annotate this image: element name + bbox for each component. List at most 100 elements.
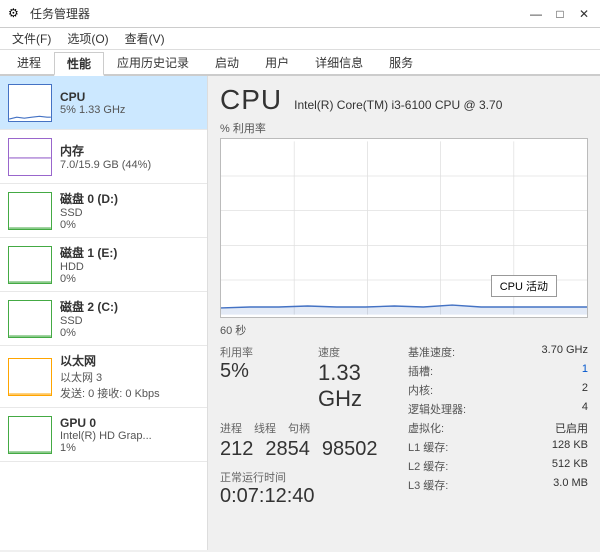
app-icon: ⚙ xyxy=(8,6,24,22)
utilization-value: 5% xyxy=(220,360,249,383)
utilization-label: 利用率 xyxy=(220,344,302,360)
stats-right: 基准速度: 3.70 GHz 插槽: 1 内核: 2 逻辑处理器: 4 虚拟化: xyxy=(408,344,588,508)
gpu-thumbnail xyxy=(8,416,52,454)
chart-time-label: 60 秒 xyxy=(220,322,588,338)
uptime-label: 正常运行时间 xyxy=(220,469,400,485)
app-title: 任务管理器 xyxy=(30,5,90,22)
disk1-sidebar-info: 磁盘 1 (E:) HDD 0% xyxy=(60,244,199,285)
tab-performance[interactable]: 性能 xyxy=(54,52,104,76)
memory-sidebar-name: 内存 xyxy=(60,142,199,159)
logical-value: 4 xyxy=(582,401,588,417)
menu-view[interactable]: 查看(V) xyxy=(117,29,173,48)
disk2-sidebar-info: 磁盘 2 (C:) SSD 0% xyxy=(60,298,199,339)
menu-bar: 文件(F) 选项(O) 查看(V) xyxy=(0,28,600,50)
l3-value: 3.0 MB xyxy=(553,477,588,493)
tab-history[interactable]: 应用历史记录 xyxy=(104,50,202,74)
l3-row: L3 缓存: 3.0 MB xyxy=(408,477,588,493)
cpu-sidebar-info: CPU 5% 1.33 GHz xyxy=(60,90,199,116)
tab-services[interactable]: 服务 xyxy=(376,50,426,74)
util-speed-row: 利用率 5% 速度 1.33 GHz xyxy=(220,344,400,412)
cores-label: 内核: xyxy=(408,382,433,398)
socket-label: 插槽: xyxy=(408,363,433,379)
gpu-sidebar-name: GPU 0 xyxy=(60,416,199,430)
l1-row: L1 缓存: 128 KB xyxy=(408,439,588,455)
disk2-sidebar-name: 磁盘 2 (C:) xyxy=(60,298,199,315)
cores-row: 内核: 2 xyxy=(408,382,588,398)
cpu-thumbnail xyxy=(8,84,52,122)
base-speed-value: 3.70 GHz xyxy=(542,344,588,360)
l1-value: 128 KB xyxy=(552,439,588,455)
disk0-thumbnail xyxy=(8,192,52,230)
cores-value: 2 xyxy=(582,382,588,398)
minimize-button[interactable]: — xyxy=(528,6,544,22)
panel-subtitle: Intel(R) Core(TM) i3-6100 CPU @ 3.70 xyxy=(294,88,502,112)
virtual-label: 虚拟化: xyxy=(408,420,444,436)
process-label: 进程 xyxy=(220,420,242,436)
disk0-sidebar-name: 磁盘 0 (D:) xyxy=(60,190,199,207)
disk1-sidebar-desc1: HDD xyxy=(60,261,199,273)
sidebar-item-gpu[interactable]: GPU 0 Intel(R) HD Grap... 1% xyxy=(0,408,207,462)
main-content: CPU 5% 1.33 GHz 内存 7.0/15.9 GB (44%) xyxy=(0,76,600,550)
utilization-group: 利用率 5% xyxy=(220,344,302,412)
close-button[interactable]: ✕ xyxy=(576,6,592,22)
tab-details[interactable]: 详细信息 xyxy=(302,50,376,74)
sidebar-item-cpu[interactable]: CPU 5% 1.33 GHz xyxy=(0,76,207,130)
disk1-sidebar-name: 磁盘 1 (E:) xyxy=(60,244,199,261)
sidebar-item-disk2[interactable]: 磁盘 2 (C:) SSD 0% xyxy=(0,292,207,346)
memory-thumbnail xyxy=(8,138,52,176)
tab-users[interactable]: 用户 xyxy=(252,50,302,74)
ethernet-sidebar-desc2: 发送: 0 接收: 0 Kbps xyxy=(60,385,199,401)
disk1-thumbnail xyxy=(8,246,52,284)
speed-group: 速度 1.33 GHz xyxy=(318,344,400,412)
disk2-sidebar-desc2: 0% xyxy=(60,327,199,339)
thread-value: 2854 xyxy=(265,438,310,461)
title-bar: ⚙ 任务管理器 — □ ✕ xyxy=(0,0,600,28)
disk0-sidebar-desc1: SSD xyxy=(60,207,199,219)
l2-row: L2 缓存: 512 KB xyxy=(408,458,588,474)
gpu-sidebar-desc2: 1% xyxy=(60,442,199,454)
tab-startup[interactable]: 启动 xyxy=(202,50,252,74)
cpu-sidebar-desc: 5% 1.33 GHz xyxy=(60,104,199,116)
chart-tooltip: CPU 活动 xyxy=(491,275,557,297)
sidebar-item-ethernet[interactable]: 以太网 以太网 3 发送: 0 接收: 0 Kbps xyxy=(0,346,207,408)
speed-label: 速度 xyxy=(318,344,400,360)
socket-row: 插槽: 1 xyxy=(408,363,588,379)
chart-label: % 利用率 xyxy=(220,120,588,136)
socket-value: 1 xyxy=(582,363,588,379)
sidebar-item-disk0[interactable]: 磁盘 0 (D:) SSD 0% xyxy=(0,184,207,238)
sidebar-item-disk1[interactable]: 磁盘 1 (E:) HDD 0% xyxy=(0,238,207,292)
disk2-thumbnail xyxy=(8,300,52,338)
tab-processes[interactable]: 进程 xyxy=(4,50,54,74)
gpu-sidebar-desc1: Intel(R) HD Grap... xyxy=(60,430,199,442)
sidebar-item-memory[interactable]: 内存 7.0/15.9 GB (44%) xyxy=(0,130,207,184)
disk0-sidebar-desc2: 0% xyxy=(60,219,199,231)
handle-label: 句柄 xyxy=(288,420,310,436)
memory-sidebar-info: 内存 7.0/15.9 GB (44%) xyxy=(60,142,199,171)
ethernet-sidebar-info: 以太网 以太网 3 发送: 0 接收: 0 Kbps xyxy=(60,352,199,401)
ethernet-thumbnail xyxy=(8,358,52,396)
logical-row: 逻辑处理器: 4 xyxy=(408,401,588,417)
speed-value: 1.33 GHz xyxy=(318,360,400,412)
ethernet-sidebar-desc1: 以太网 3 xyxy=(60,369,199,385)
stats-grid: 利用率 5% 速度 1.33 GHz 进程 线程 句柄 xyxy=(220,344,588,508)
l3-label: L3 缓存: xyxy=(408,477,448,493)
menu-file[interactable]: 文件(F) xyxy=(4,29,59,48)
cpu-sidebar-name: CPU xyxy=(60,90,199,104)
disk0-sidebar-info: 磁盘 0 (D:) SSD 0% xyxy=(60,190,199,231)
menu-options[interactable]: 选项(O) xyxy=(59,29,116,48)
virtual-value: 已启用 xyxy=(555,420,588,436)
l1-label: L1 缓存: xyxy=(408,439,448,455)
handle-value: 98502 xyxy=(322,438,378,461)
base-speed-row: 基准速度: 3.70 GHz xyxy=(408,344,588,360)
virtual-row: 虚拟化: 已启用 xyxy=(408,420,588,436)
process-value: 212 xyxy=(220,438,253,461)
stats-left: 利用率 5% 速度 1.33 GHz 进程 线程 句柄 xyxy=(220,344,400,508)
disk2-sidebar-desc1: SSD xyxy=(60,315,199,327)
maximize-button[interactable]: □ xyxy=(552,6,568,22)
right-panel: CPU Intel(R) Core(TM) i3-6100 CPU @ 3.70… xyxy=(208,76,600,550)
ethernet-sidebar-name: 以太网 xyxy=(60,352,199,369)
memory-sidebar-desc: 7.0/15.9 GB (44%) xyxy=(60,159,199,171)
panel-header: CPU Intel(R) Core(TM) i3-6100 CPU @ 3.70 xyxy=(220,84,588,116)
base-speed-label: 基准速度: xyxy=(408,344,455,360)
gpu-sidebar-info: GPU 0 Intel(R) HD Grap... 1% xyxy=(60,416,199,454)
